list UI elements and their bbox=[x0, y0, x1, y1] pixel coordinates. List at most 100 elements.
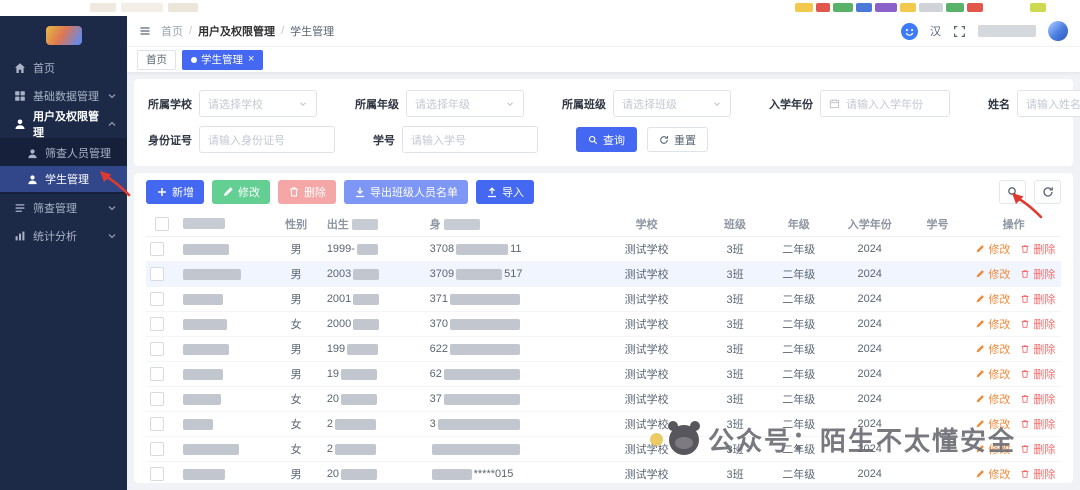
year-cell: 2024 bbox=[830, 461, 909, 487]
edit-link[interactable]: 修改 bbox=[975, 266, 1010, 282]
actions-cell: 修改 删除 bbox=[966, 386, 1061, 412]
redaction-block bbox=[919, 3, 943, 12]
row-checkbox[interactable] bbox=[150, 267, 164, 281]
service-icon[interactable] bbox=[901, 22, 918, 40]
sidebar-item-用户及权限管理[interactable]: 用户及权限管理 bbox=[0, 110, 127, 139]
row-checkbox[interactable] bbox=[150, 367, 164, 381]
row-checkbox[interactable] bbox=[150, 342, 164, 356]
year-cell: 2024 bbox=[830, 336, 909, 362]
edit-link[interactable]: 修改 bbox=[975, 291, 1010, 307]
tab-首页[interactable]: 首页 bbox=[137, 49, 176, 70]
grade-cell: 二年级 bbox=[766, 236, 831, 262]
id-cell: 3 bbox=[425, 411, 591, 437]
breadcrumb-item[interactable]: 用户及权限管理 bbox=[198, 23, 275, 39]
toolbar-export-button[interactable]: 导出班级人员名单 bbox=[344, 180, 468, 204]
filter-field-身份证号: 身份证号 请输入身份证号 bbox=[148, 126, 335, 153]
class-cell: 3班 bbox=[703, 311, 767, 337]
sidebar-item-label: 统计分析 bbox=[33, 231, 77, 243]
sidebar-item-筛查管理[interactable]: 筛查管理 bbox=[0, 194, 127, 222]
delete-link[interactable]: 删除 bbox=[1020, 391, 1055, 407]
edit-icon bbox=[975, 244, 985, 254]
edit-link[interactable]: 修改 bbox=[975, 241, 1010, 257]
header-select-all bbox=[146, 211, 179, 237]
redaction-block bbox=[967, 3, 983, 12]
edit-link[interactable]: 修改 bbox=[975, 366, 1010, 382]
row-checkbox[interactable] bbox=[150, 292, 164, 306]
avatar[interactable] bbox=[1048, 21, 1068, 41]
gender-cell: 女 bbox=[269, 386, 323, 412]
toolbar-import-button[interactable]: 导入 bbox=[476, 180, 534, 204]
filter-select-所属年级[interactable]: 请选择年级 bbox=[406, 90, 524, 117]
gender-cell: 女 bbox=[269, 311, 323, 337]
edit-link[interactable]: 修改 bbox=[975, 391, 1010, 407]
breadcrumb-item[interactable]: 学生管理 bbox=[290, 23, 334, 39]
edit-link[interactable]: 修改 bbox=[975, 316, 1010, 332]
gender-cell: 男 bbox=[269, 461, 323, 487]
edit-icon bbox=[975, 394, 985, 404]
sidebar-item-首页[interactable]: 首页 bbox=[0, 54, 127, 82]
toolbar-button-label: 导出班级人员名单 bbox=[370, 187, 458, 199]
row-checkbox[interactable] bbox=[150, 442, 164, 456]
row-checkbox[interactable] bbox=[150, 317, 164, 331]
student-no-cell bbox=[908, 236, 967, 262]
toolbar-add-button[interactable]: 新增 bbox=[146, 180, 204, 204]
toolbar-delete-button[interactable]: 删除 bbox=[278, 180, 336, 204]
delete-link[interactable]: 删除 bbox=[1020, 416, 1055, 432]
filter-select-所属学校[interactable]: 请选择学校 bbox=[199, 90, 317, 117]
close-icon[interactable]: × bbox=[248, 54, 254, 65]
delete-link[interactable]: 删除 bbox=[1020, 266, 1055, 282]
gender-cell: 男 bbox=[269, 336, 323, 362]
sidebar-item-label: 首页 bbox=[33, 63, 55, 75]
filter-input-学号[interactable]: 请输入学号 bbox=[402, 126, 538, 153]
edit-link[interactable]: 修改 bbox=[975, 466, 1010, 482]
header-name-redacted bbox=[178, 211, 270, 237]
delete-link[interactable]: 删除 bbox=[1020, 341, 1055, 357]
select-all-checkbox[interactable] bbox=[155, 216, 170, 231]
sidebar-item-基础数据管理[interactable]: 基础数据管理 bbox=[0, 82, 127, 110]
class-cell: 3班 bbox=[703, 286, 767, 312]
search-button[interactable]: 查询 bbox=[576, 127, 637, 152]
fullscreen-icon[interactable] bbox=[953, 25, 966, 38]
row-checkbox[interactable] bbox=[150, 242, 164, 256]
edit-link[interactable]: 修改 bbox=[975, 441, 1010, 457]
row-checkbox[interactable] bbox=[150, 467, 164, 481]
delete-link[interactable]: 删除 bbox=[1020, 291, 1055, 307]
table-row: 男 19 62 测试学校 3班 二年级 2024 修改 删除 bbox=[146, 361, 1061, 387]
translate-icon[interactable]: 汉 bbox=[930, 23, 941, 39]
table-refresh-button[interactable] bbox=[1034, 180, 1061, 204]
birth-cell: 2000 bbox=[322, 311, 426, 337]
user-icon bbox=[27, 148, 38, 159]
class-cell: 3班 bbox=[703, 336, 767, 362]
toolbar-edit-button[interactable]: 修改 bbox=[212, 180, 270, 204]
grid-icon bbox=[14, 90, 26, 102]
sidebar-item-统计分析[interactable]: 统计分析 bbox=[0, 222, 127, 250]
collapse-sidebar-icon[interactable] bbox=[139, 25, 151, 37]
breadcrumb-item[interactable]: 首页 bbox=[161, 23, 183, 39]
name-redaction bbox=[182, 343, 229, 355]
row-checkbox[interactable] bbox=[150, 417, 164, 431]
delete-link[interactable]: 删除 bbox=[1020, 441, 1055, 457]
calendar-icon bbox=[829, 98, 840, 109]
tab-学生管理[interactable]: 学生管理 × bbox=[182, 49, 264, 70]
app-logo bbox=[0, 16, 127, 54]
filter-input-身份证号[interactable]: 请输入身份证号 bbox=[199, 126, 335, 153]
delete-link[interactable]: 删除 bbox=[1020, 366, 1055, 382]
row-checkbox[interactable] bbox=[150, 392, 164, 406]
student-no-cell bbox=[908, 286, 967, 312]
student-no-cell bbox=[908, 311, 967, 337]
trash-icon bbox=[1020, 444, 1030, 454]
filter-input-姓名[interactable]: 请输入姓名 bbox=[1017, 90, 1080, 117]
redaction-block bbox=[816, 3, 830, 12]
edit-link[interactable]: 修改 bbox=[975, 416, 1010, 432]
delete-link[interactable]: 删除 bbox=[1020, 241, 1055, 257]
sidebar-item-筛查人员管理[interactable]: 筛查人员管理 bbox=[0, 140, 127, 166]
trash-icon bbox=[1020, 394, 1030, 404]
filter-select-所属班级[interactable]: 请选择班级 bbox=[613, 90, 731, 117]
reset-button[interactable]: 重置 bbox=[647, 127, 708, 152]
delete-link[interactable]: 删除 bbox=[1020, 466, 1055, 482]
delete-link[interactable]: 删除 bbox=[1020, 316, 1055, 332]
sidebar-item-学生管理[interactable]: 学生管理 bbox=[0, 166, 127, 192]
filter-input-入学年份[interactable]: 请输入入学年份 bbox=[820, 90, 950, 117]
table-search-button[interactable] bbox=[999, 180, 1026, 204]
edit-link[interactable]: 修改 bbox=[975, 341, 1010, 357]
